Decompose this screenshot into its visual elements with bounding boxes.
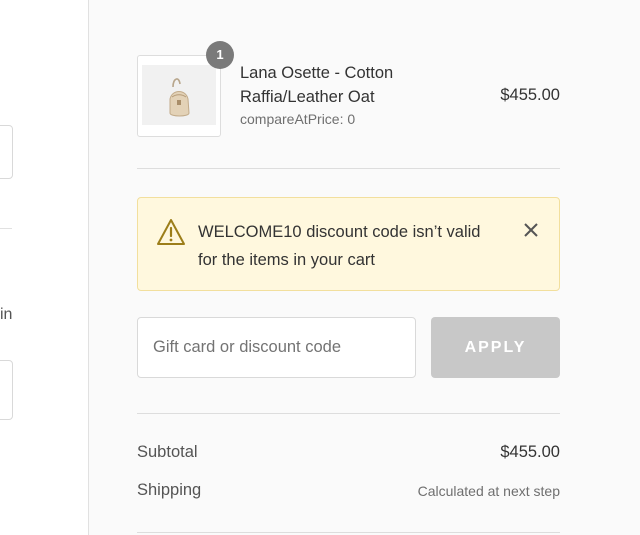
discount-warning-banner: WELCOME10 discount code isn’t valid for … [137,197,560,291]
order-summary: 1 Lana Osette - Cotton Raffia/Leather Oa… [88,0,640,535]
form-field[interactable] [0,125,13,179]
quantity-badge: 1 [206,41,234,69]
section-divider [0,228,12,229]
product-name: Lana Osette - Cotton Raffia/Leather Oat [240,64,394,106]
close-icon[interactable] [523,222,539,238]
form-field[interactable] [0,360,13,420]
product-price: $455.00 [500,86,560,104]
bag-product-image [142,65,216,125]
subtotal-value: $455.00 [500,443,560,461]
subtotal-label: Subtotal [137,443,198,461]
discount-code-input[interactable] [137,317,416,378]
shipping-label: Shipping [137,481,202,499]
shipping-value: Calculated at next step [417,483,560,499]
section-divider [137,168,560,169]
section-divider [137,532,560,533]
partial-label: in [0,306,13,323]
section-divider [137,413,560,414]
product-thumbnail [137,55,221,137]
shipping-row: Shipping Calculated at next step [137,481,560,505]
product-compare-price: compareAtPrice: 0 [240,111,356,127]
apply-discount-button[interactable]: APPLY [431,317,560,378]
bag-icon [169,78,190,117]
warning-triangle-icon [157,219,185,245]
warning-message: WELCOME10 discount code isn’t valid for … [198,223,481,269]
checkout-main-column: in [0,0,88,535]
subtotal-row: Subtotal $455.00 [137,443,560,467]
